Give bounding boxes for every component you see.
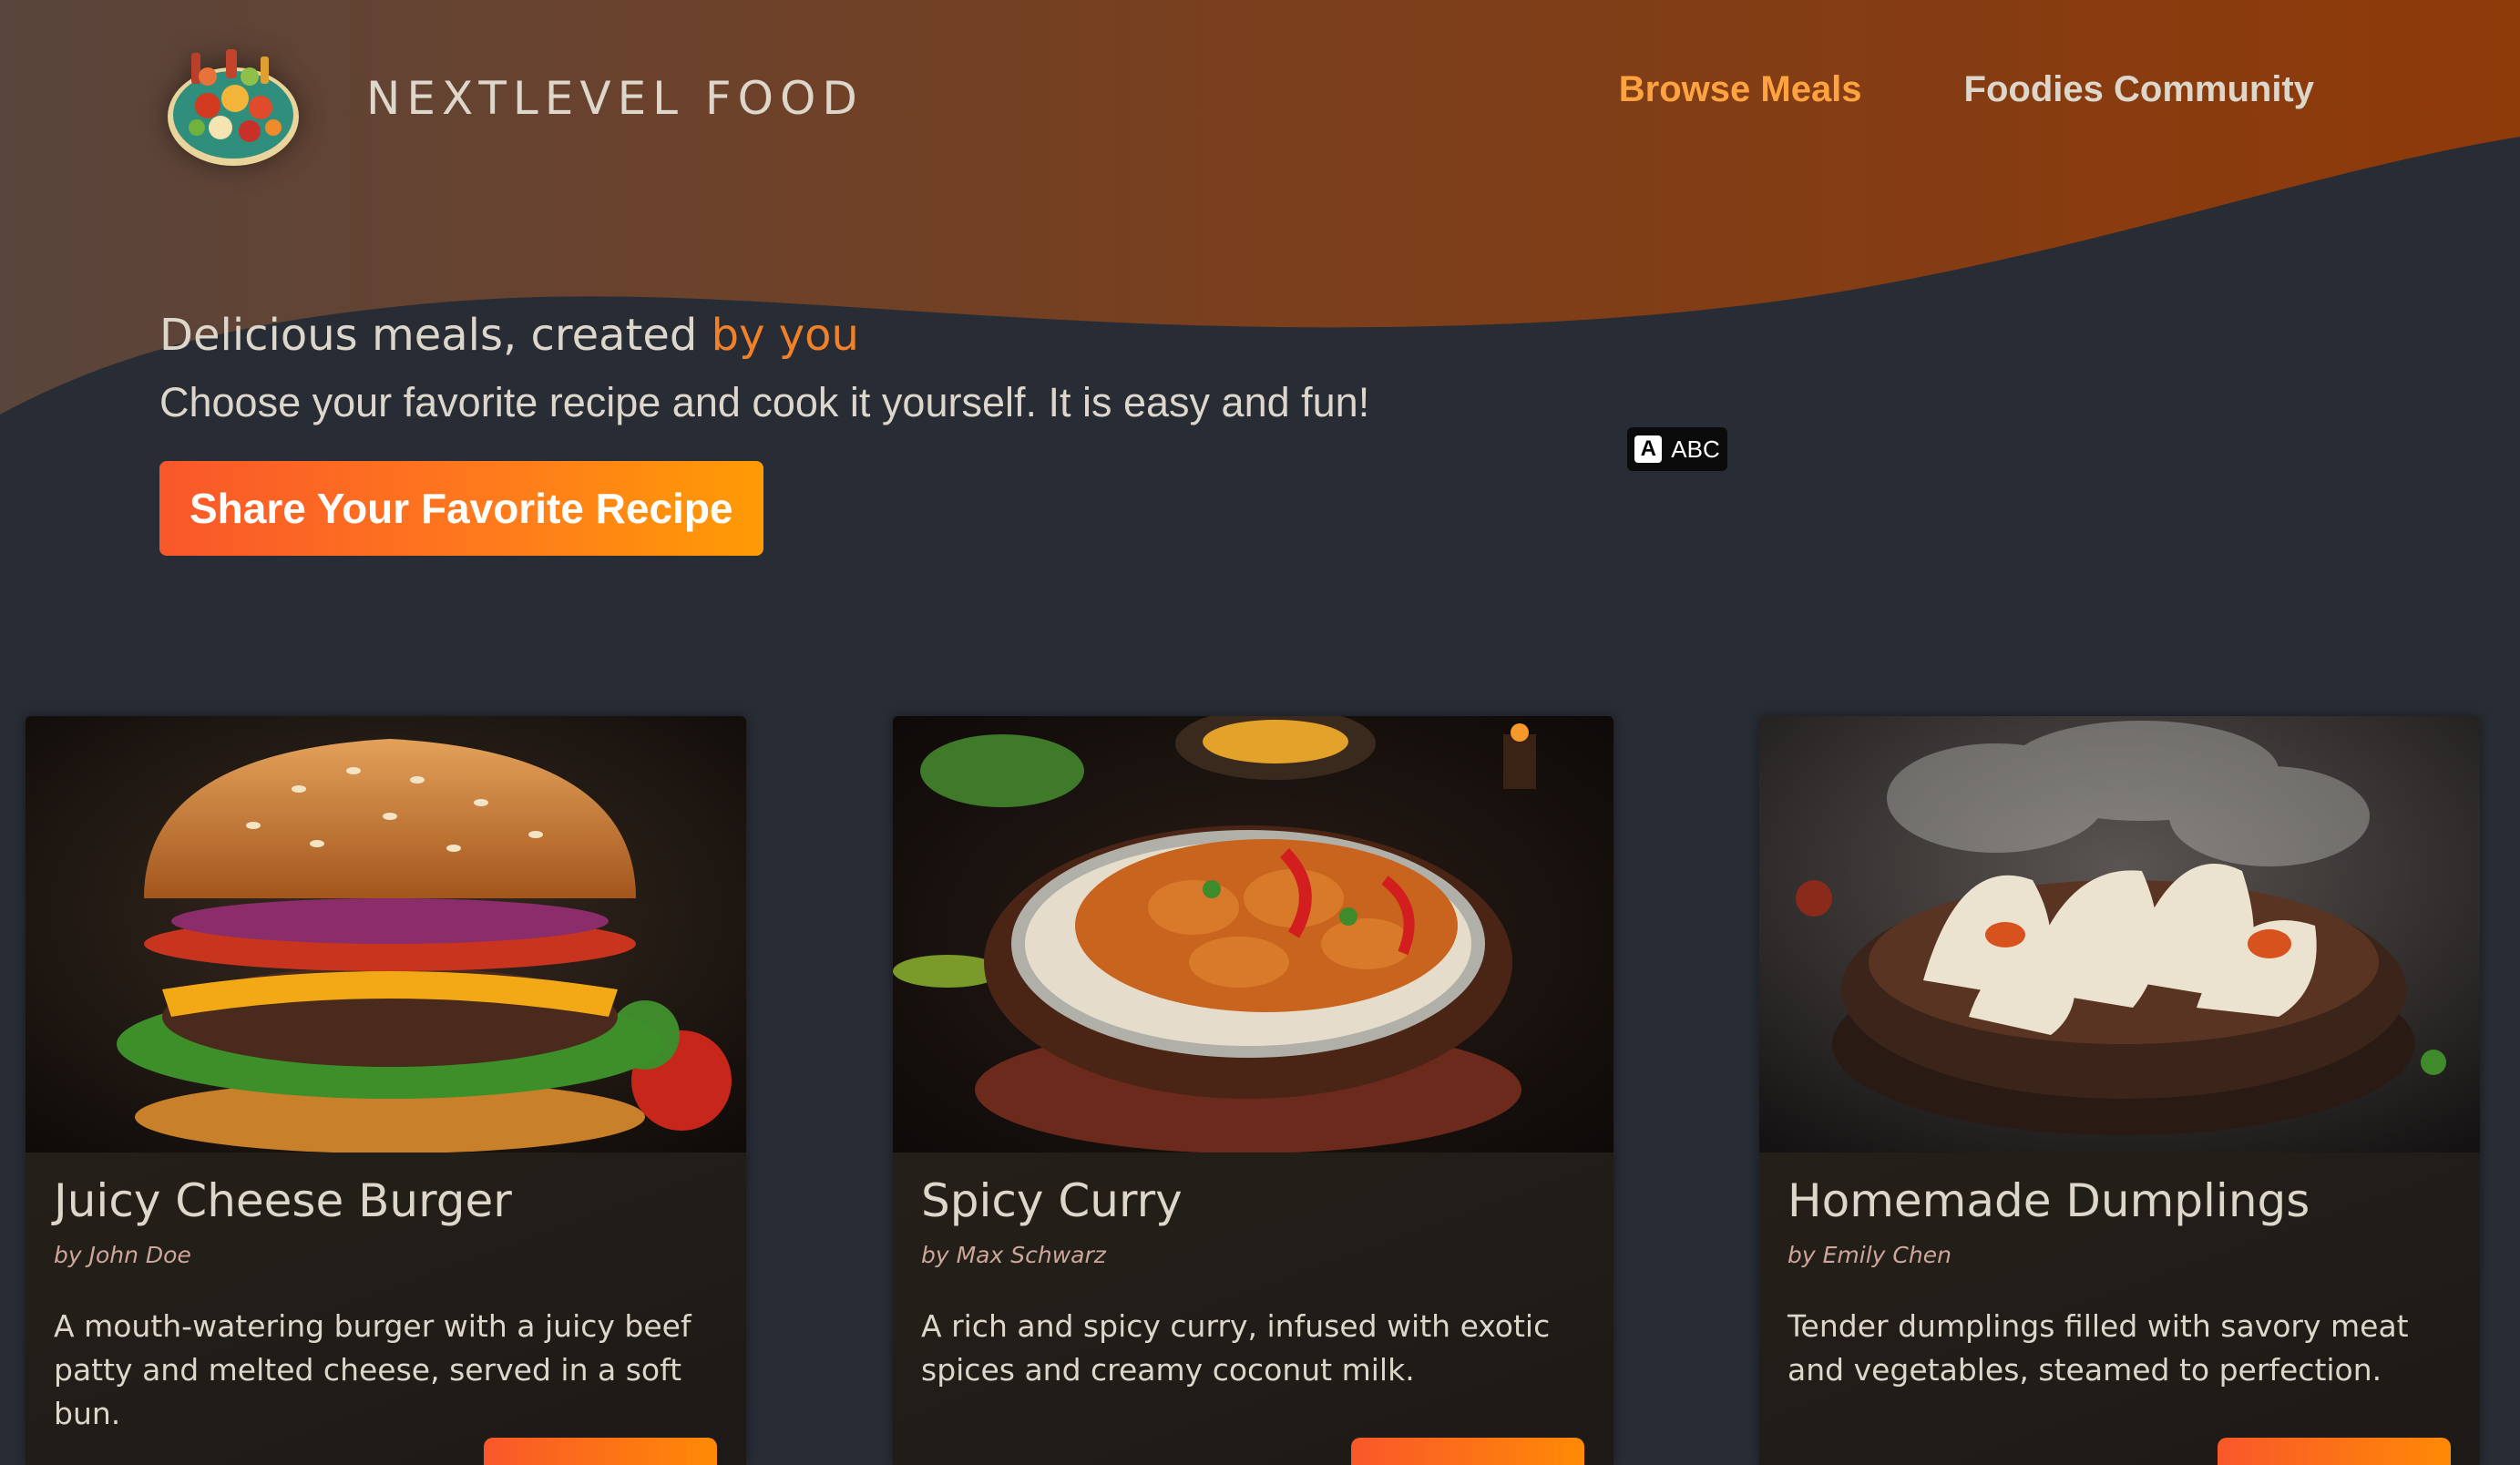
meal-card-body: Spicy Curry by Max Schwarz A rich and sp… [893, 1174, 1613, 1392]
meal-title: Spicy Curry [921, 1174, 1183, 1227]
curry-image [893, 716, 1613, 1153]
hero-title: Delicious meals, created by you [159, 310, 1369, 361]
meal-card[interactable]: Spicy Curry by Max Schwarz A rich and sp… [893, 716, 1613, 1465]
hero-subtitle: Choose your favorite recipe and cook it … [159, 379, 1370, 425]
text-recognition-chip[interactable]: A ABC [1627, 427, 1727, 471]
dumplings-image [1759, 716, 2480, 1153]
meal-creator: by Emily Chen [1788, 1242, 1951, 1268]
share-recipe-button[interactable]: Share Your Favorite Recipe [159, 461, 763, 556]
main-header: NEXTLEVEL FOOD Browse Meals Foodies Comm… [0, 0, 2520, 200]
view-details-button[interactable] [1351, 1438, 1584, 1465]
meal-card-body: Juicy Cheese Burger by John Doe A mouth-… [26, 1174, 746, 1436]
meal-creator: by Max Schwarz [921, 1242, 1106, 1268]
meal-card-body: Homemade Dumplings by Emily Chen Tender … [1759, 1174, 2480, 1392]
burger-image [26, 716, 746, 1153]
meal-summary: A rich and spicy curry, infused with exo… [921, 1308, 1551, 1388]
meal-title: Juicy Cheese Burger [54, 1174, 512, 1227]
meal-creator: by John Doe [54, 1242, 191, 1268]
text-recognition-icon: A [1634, 435, 1663, 463]
meal-card[interactable]: Homemade Dumplings by Emily Chen Tender … [1759, 716, 2480, 1465]
view-details-button[interactable] [484, 1438, 717, 1465]
hero-title-prefix: Delicious meals, created [159, 310, 712, 361]
nav-link-foodies-community[interactable]: Foodies Community [1964, 69, 2314, 110]
meals-grid: Juicy Cheese Burger by John Doe A mouth-… [0, 716, 2520, 1465]
meal-summary: Tender dumplings filled with savory meat… [1788, 1308, 2409, 1388]
text-recognition-label: ABC [1671, 435, 1720, 463]
main-nav: Browse Meals Foodies Community [1619, 69, 2314, 110]
brand-name: NEXTLEVEL FOOD [366, 72, 864, 125]
meal-card[interactable]: Juicy Cheese Burger by John Doe A mouth-… [26, 716, 746, 1465]
hero-section: Delicious meals, created by you Choose y… [159, 310, 1369, 556]
view-details-button[interactable] [2218, 1438, 2451, 1465]
meal-title: Homemade Dumplings [1788, 1174, 2310, 1227]
logo-food-plate-image [160, 26, 306, 171]
meal-summary: A mouth-watering burger with a juicy bee… [54, 1308, 691, 1431]
logo-link[interactable]: NEXTLEVEL FOOD [160, 26, 864, 171]
nav-link-browse-meals[interactable]: Browse Meals [1619, 69, 1862, 110]
hero-title-accent: by you [711, 310, 859, 361]
